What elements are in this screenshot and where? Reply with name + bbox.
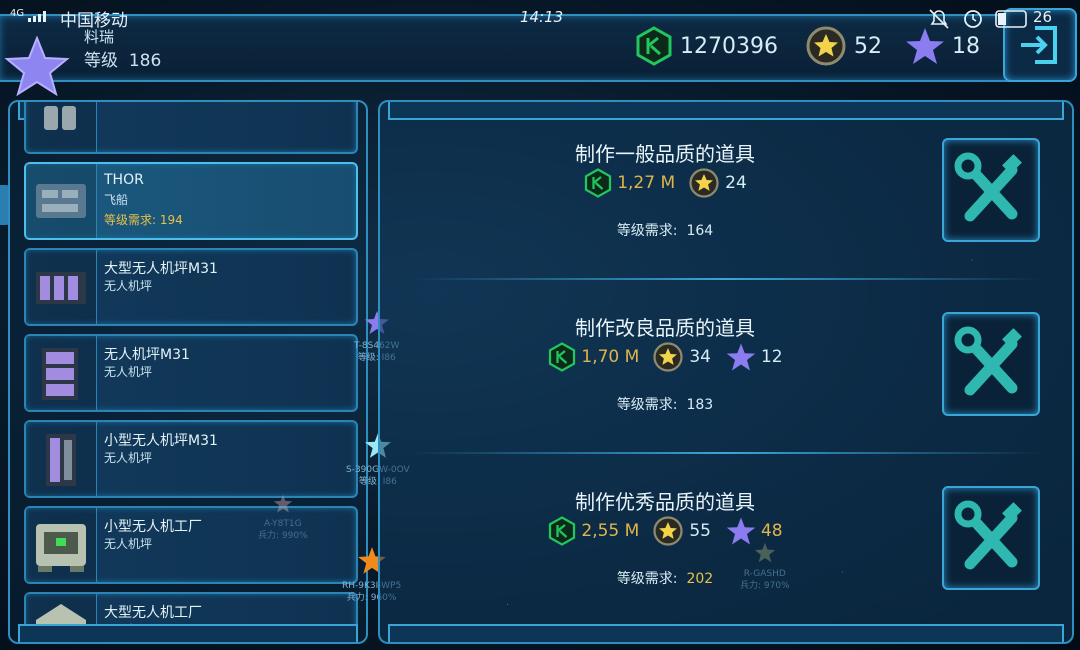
gold-star-coin-icon <box>653 342 683 372</box>
battery-percent: 26 <box>1033 8 1053 26</box>
gold-cost: 34 <box>653 342 711 372</box>
item-type: 无人机坪 <box>104 537 153 551</box>
player-level: 等级 186 <box>84 51 162 71</box>
gold-star-counter: 52 <box>806 26 882 66</box>
craft-button[interactable] <box>942 138 1040 242</box>
craft-level-requirement: 等级需求: 164 <box>616 223 714 239</box>
faded-star-icon <box>754 542 775 563</box>
faded-star-icon <box>273 494 293 513</box>
marker-id: R-GASHD <box>743 569 786 579</box>
marker-power: 兵力: 970% <box>740 581 790 591</box>
signal-icon <box>28 11 46 22</box>
craft-title: 制作一般品质的道具 <box>575 142 755 166</box>
list-item[interactable]: 小型无人机坪M31 无人机坪 <box>24 420 358 498</box>
item-type: 无人机坪 <box>104 451 153 465</box>
credits-cost: 2,55 M <box>547 516 639 546</box>
mute-alarm-battery-icons <box>929 9 1027 29</box>
credits-hex-icon <box>636 26 672 66</box>
panel-bottom-cap <box>388 624 1064 642</box>
module-icon <box>36 524 86 572</box>
module-icon <box>36 184 86 218</box>
purple-cost: 12 <box>725 342 783 372</box>
purple-star-value: 18 <box>952 33 980 59</box>
craft-costs: 1,70 M 34 12 <box>380 342 950 372</box>
gold-cost: 24 <box>689 168 747 198</box>
craft-title: 制作改良品质的道具 <box>575 316 755 340</box>
purple-star-counter: 18 <box>904 26 980 66</box>
map-marker[interactable]: R-GASHD 兵力: 970% <box>740 542 790 592</box>
credits-value: 1270396 <box>680 33 778 59</box>
craft-button[interactable] <box>942 486 1040 590</box>
craft-costs: 1,27 M 24 <box>380 168 950 198</box>
credits-hex-icon <box>585 168 612 198</box>
module-icon <box>46 434 76 486</box>
module-icon <box>36 272 86 304</box>
item-thumbnail <box>26 250 97 324</box>
item-name: 无人机坪M31 <box>104 347 190 363</box>
list-item[interactable]: 大型无人机坪M31 无人机坪 <box>24 248 358 326</box>
craft-costs: 2,55 M 55 48 <box>380 516 950 546</box>
item-list-panel: THOR 飞船 等级需求: 194 大型无人机坪M31 无人机坪 无人机坪M31 无人机坪小… <box>8 100 368 644</box>
item-thumbnail <box>26 422 97 496</box>
item-name: 大型无人机坪M31 <box>104 261 218 277</box>
list-item[interactable]: 无人机坪M31 无人机坪 <box>24 334 358 412</box>
craft-tools-icon <box>954 326 1022 396</box>
craft-button[interactable] <box>942 312 1040 416</box>
marker-power: 兵力: 990% <box>258 531 308 541</box>
item-name: 小型无人机坪M31 <box>104 433 218 449</box>
rank-star-icon <box>4 36 70 96</box>
gold-star-coin-icon <box>653 516 683 546</box>
purple-star-icon <box>906 28 944 64</box>
item-name: THOR <box>104 172 144 188</box>
marker-id: A-Y8T1G <box>264 519 302 529</box>
device-status-bar: 4G 中国移动 14:13 26 <box>0 0 1080 31</box>
gold-star-coin-icon <box>689 168 719 198</box>
module-icon <box>44 106 76 130</box>
item-thumbnail <box>26 336 97 410</box>
purple-star-icon <box>726 343 756 371</box>
craft-option: 制作一般品质的道具 1,27 M 24 等级需求: 164 <box>380 102 1072 272</box>
item-thumbnail <box>26 508 97 582</box>
item-thumbnail <box>26 164 97 238</box>
craft-level-requirement: 等级需求: 183 <box>616 397 714 413</box>
gold-star-value: 52 <box>854 33 882 59</box>
item-level-requirement: 等级需求: 194 <box>104 213 183 227</box>
module-icon <box>42 348 78 400</box>
item-type: 飞船 <box>104 193 129 207</box>
craft-tools-icon <box>954 152 1022 222</box>
map-marker[interactable]: A-Y8T1G 兵力: 990% <box>258 494 308 542</box>
item-thumbnail <box>26 102 97 152</box>
credits-counter: 1270396 <box>634 26 778 66</box>
craft-option: 制作优秀品质的道具 2,55 M 55 48 等级需求: 202 <box>380 450 1072 620</box>
item-name: 小型无人机工厂 <box>104 519 202 535</box>
section-divider <box>410 452 1042 454</box>
craft-tools-icon <box>954 500 1022 570</box>
craft-level-requirement: 等级需求: 202 <box>616 571 714 587</box>
network-type: 4G <box>10 8 25 19</box>
item-type: 无人机坪 <box>104 279 153 293</box>
craft-title: 制作优秀品质的道具 <box>575 490 755 514</box>
panel-bottom-cap <box>18 624 358 642</box>
credits-cost: 1,27 M <box>583 168 675 198</box>
list-item[interactable]: THOR 飞船等级需求: 194 <box>24 162 358 240</box>
section-divider <box>410 278 1042 280</box>
list-item[interactable]: 小型无人机工厂 无人机坪 <box>24 506 358 584</box>
gold-star-coin-icon <box>806 26 846 66</box>
craft-option: 制作改良品质的道具 1,70 M 34 12 等级需求: 183 <box>380 276 1072 446</box>
credits-cost: 1,70 M <box>547 342 639 372</box>
crafting-panel: 制作一般品质的道具 1,27 M 24 等级需求: 164 制作改良品质的道具 1,70 … <box>378 100 1074 644</box>
status-time: 14:13 <box>520 8 564 26</box>
item-type: 无人机坪 <box>104 365 153 379</box>
item-name: 大型无人机工厂 <box>104 605 202 621</box>
gold-cost: 55 <box>653 516 711 546</box>
credits-hex-icon <box>549 516 576 546</box>
carrier-name: 中国移动 <box>60 11 128 31</box>
list-item[interactable] <box>24 102 358 154</box>
credits-hex-icon <box>549 342 576 372</box>
